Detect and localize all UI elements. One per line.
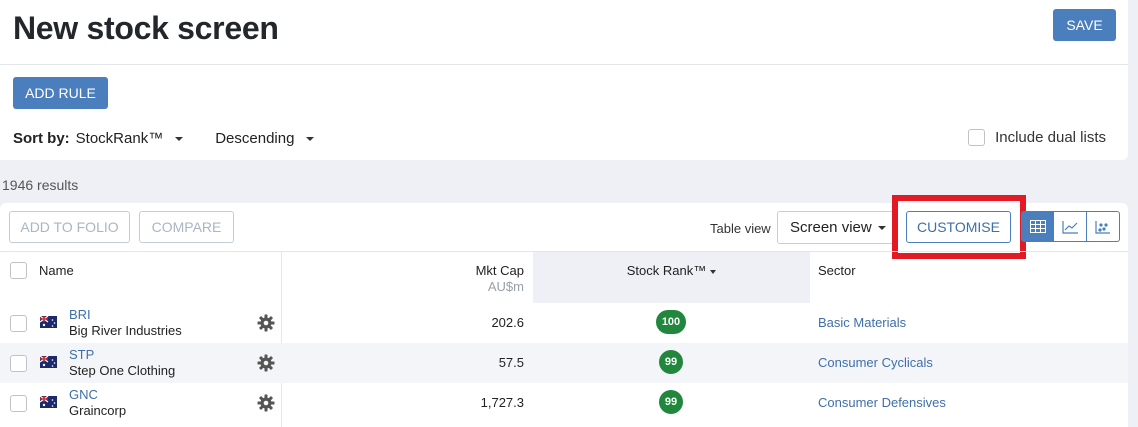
- include-dual-lists-toggle[interactable]: Include dual lists: [968, 129, 1106, 146]
- sort-controls: Sort by: StockRank™ Descending: [13, 130, 315, 147]
- screen-view-value: Screen view: [790, 219, 872, 236]
- sort-direction-dropdown[interactable]: Descending: [215, 130, 315, 147]
- sort-direction-value: Descending: [215, 130, 295, 147]
- view-mode-toggle: [1021, 211, 1120, 242]
- sort-by-dropdown[interactable]: StockRank™: [76, 130, 184, 147]
- table-view-label: Table view: [710, 221, 771, 236]
- mkt-cap-value: 57.5: [498, 355, 524, 370]
- company-name: Big River Industries: [69, 323, 182, 338]
- compare-button[interactable]: COMPARE: [139, 211, 234, 243]
- sort-by-label: Sort by:: [13, 130, 70, 147]
- table-row: STP Step One Clothing 57.5 99 Consumer C…: [0, 343, 1128, 383]
- sort-by-value: StockRank™: [75, 130, 164, 147]
- column-header-sector[interactable]: Sector: [818, 263, 856, 278]
- company-name: Graincorp: [69, 403, 127, 418]
- screen-view-select[interactable]: Screen view: [777, 211, 897, 244]
- sort-desc-icon: [710, 269, 717, 274]
- line-chart-icon: [1061, 220, 1078, 234]
- chevron-down-icon: [878, 226, 886, 230]
- mkt-cap-label: Mkt Cap: [475, 263, 524, 278]
- row-select-checkbox[interactable]: [10, 395, 27, 412]
- save-button[interactable]: SAVE: [1053, 9, 1116, 41]
- column-header-mkt-cap[interactable]: Mkt Cap AU$m: [420, 263, 524, 295]
- table-icon: [1029, 220, 1046, 233]
- mkt-cap-value: 202.6: [491, 315, 524, 330]
- table-view-button[interactable]: [1021, 211, 1054, 242]
- chart-view-button[interactable]: [1054, 211, 1087, 242]
- include-dual-lists-label: Include dual lists: [995, 129, 1106, 146]
- australia-flag-icon: [40, 396, 57, 408]
- chevron-down-icon: [175, 136, 184, 141]
- stock-rank-label: Stock Rank™: [626, 263, 707, 278]
- gear-icon[interactable]: [257, 394, 275, 412]
- ticker-link[interactable]: BRI: [69, 307, 91, 322]
- ticker-link[interactable]: GNC: [69, 387, 98, 402]
- gear-icon[interactable]: [257, 354, 275, 372]
- add-to-folio-button[interactable]: ADD TO FOLIO: [9, 211, 130, 243]
- row-select-checkbox[interactable]: [10, 355, 27, 372]
- scatter-view-button[interactable]: [1087, 211, 1120, 242]
- company-name: Step One Clothing: [69, 363, 176, 378]
- include-dual-lists-checkbox[interactable]: [968, 129, 986, 146]
- ticker-link[interactable]: STP: [69, 347, 94, 362]
- chevron-down-icon: [306, 136, 315, 141]
- sector-link[interactable]: Consumer Cyclicals: [818, 355, 933, 370]
- mkt-cap-value: 1,727.3: [480, 395, 524, 410]
- highlight-annotation-box: [892, 195, 1026, 259]
- table-row: GNC Graincorp 1,727.3 99 Consumer Defens…: [0, 383, 1128, 423]
- results-table-card: ADD TO FOLIO COMPARE Table view Screen v…: [0, 195, 1128, 427]
- mkt-cap-unit: AU$m: [487, 279, 524, 294]
- australia-flag-icon: [40, 356, 57, 368]
- page-title: New stock screen: [13, 10, 279, 46]
- results-count: 1946 results: [2, 177, 79, 193]
- stock-rank-badge: 99: [659, 350, 683, 374]
- select-all-checkbox[interactable]: [10, 262, 27, 279]
- gear-icon[interactable]: [257, 314, 275, 332]
- table-row: BRI Big River Industries 202.6 100 Basic…: [0, 303, 1128, 343]
- column-header-name[interactable]: Name: [39, 263, 74, 278]
- sector-link[interactable]: Consumer Defensives: [818, 395, 946, 410]
- add-rule-button[interactable]: ADD RULE: [13, 77, 108, 109]
- column-header-stock-rank[interactable]: Stock Rank™: [533, 263, 810, 278]
- stock-rank-badge: 100: [656, 310, 686, 334]
- screen-header-card: New stock screen SAVE ADD RULE Sort by: …: [0, 0, 1128, 160]
- stock-rank-badge: 99: [659, 390, 683, 414]
- sector-link[interactable]: Basic Materials: [818, 315, 906, 330]
- australia-flag-icon: [40, 316, 57, 328]
- header-divider: [0, 64, 1128, 65]
- scatter-icon: [1095, 220, 1110, 234]
- row-select-checkbox[interactable]: [10, 315, 27, 332]
